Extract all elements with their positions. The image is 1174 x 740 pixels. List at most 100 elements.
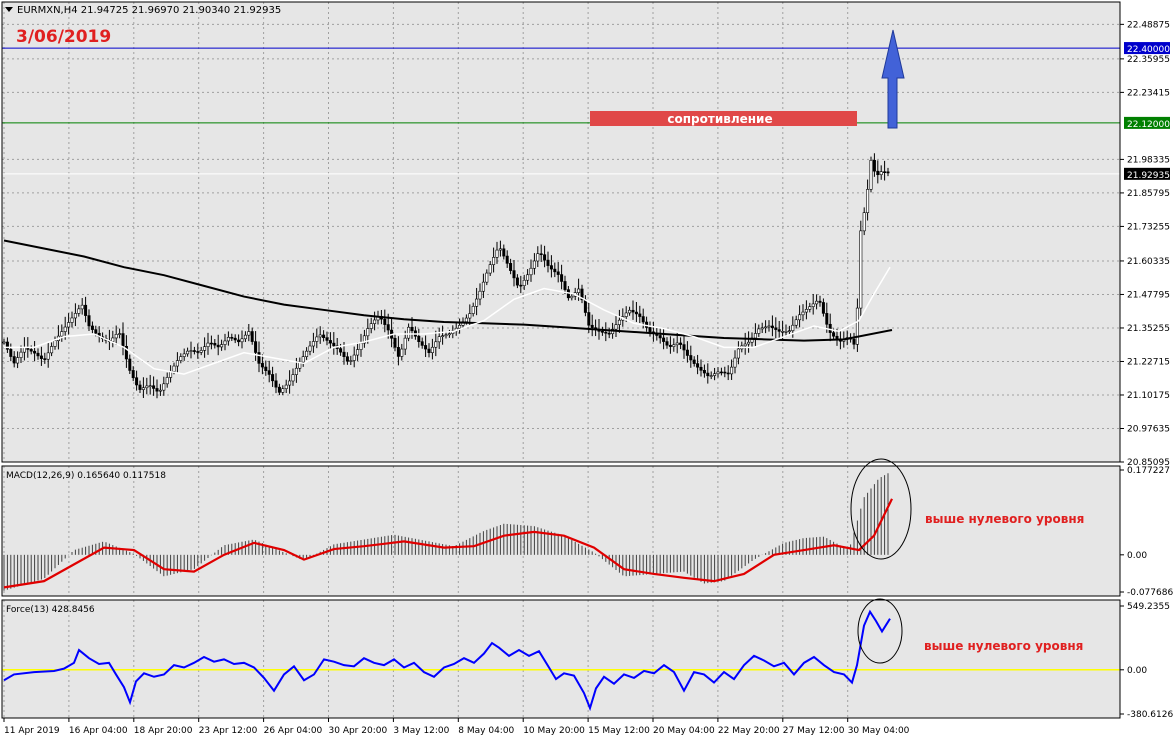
candle-body [764, 326, 768, 329]
candle-body [859, 230, 863, 309]
candle-body [515, 277, 519, 286]
x-tick-label: 30 May 04:00 [848, 726, 910, 736]
candle-body [855, 307, 859, 345]
candle-body [342, 351, 346, 358]
candle-body [267, 370, 271, 375]
candle-body [526, 274, 530, 281]
resistance-label: сопротивление [667, 112, 772, 126]
candle-body [301, 356, 305, 363]
candle-body [33, 350, 37, 354]
candle-body [403, 337, 407, 350]
candle-body [886, 171, 890, 174]
candle-body [883, 171, 887, 173]
candle-body [821, 302, 825, 314]
candle-body [723, 371, 727, 374]
candle-body [791, 324, 795, 331]
candle-body [165, 377, 169, 385]
candle-body [852, 338, 856, 345]
force-title: Force(13) 428.8456 [6, 605, 95, 615]
candle-body [50, 346, 54, 354]
candle-body [658, 335, 662, 339]
date-stamp: 3/06/2019 [16, 27, 111, 47]
y-tick-label: 21.47795 [1127, 290, 1170, 300]
candle-body [189, 350, 193, 352]
candle-body [556, 271, 560, 275]
x-tick-label: 3 May 12:00 [393, 726, 449, 736]
candle-body [468, 313, 472, 319]
candle-body [692, 359, 696, 364]
candle-body [430, 346, 434, 353]
candle-body [434, 341, 438, 348]
x-tick-label: 27 May 12:00 [783, 726, 845, 736]
candle-body [781, 331, 785, 333]
candle-body [475, 298, 479, 307]
level-price-label: 22.40000 [1127, 45, 1170, 55]
candle-body [152, 385, 156, 389]
candle-body [311, 341, 315, 347]
candle-body [832, 332, 836, 337]
candle-body [713, 373, 717, 376]
candle-body [284, 384, 288, 390]
candle-body [254, 341, 258, 353]
candle-body [386, 324, 390, 331]
candle-body [808, 306, 812, 310]
force-pane[interactable] [2, 600, 1120, 718]
candle-body [39, 355, 43, 359]
macd-pane[interactable] [2, 466, 1120, 596]
candle-body [182, 353, 186, 357]
candle-body [624, 312, 628, 317]
candle-body [679, 342, 683, 345]
candle-body [702, 370, 706, 374]
candle-body [288, 380, 292, 386]
candle-body [604, 331, 608, 334]
candle-body [233, 337, 237, 341]
candle-body [155, 388, 159, 392]
candle-body [736, 348, 740, 359]
y-tick-label: 0.177227 [1127, 466, 1170, 476]
candle-body [237, 339, 241, 343]
candle-body [631, 309, 635, 313]
candle-body [876, 170, 880, 176]
y-tick-label: 20.97635 [1127, 424, 1170, 434]
candle-body [794, 319, 798, 326]
candle-body [767, 325, 771, 328]
candle-body [509, 263, 513, 271]
y-tick-label: 22.23415 [1127, 88, 1170, 98]
price-pane[interactable] [2, 2, 1120, 462]
candle-body [77, 308, 81, 314]
candle-body [587, 312, 591, 326]
y-tick-label: 22.35955 [1127, 55, 1170, 65]
candle-body [87, 315, 91, 327]
candle-body [607, 332, 611, 335]
candle-body [706, 372, 710, 377]
y-tick-label: 21.98335 [1127, 155, 1170, 165]
candle-body [804, 309, 808, 313]
candle-body [94, 329, 98, 334]
candle-body [294, 367, 298, 375]
candle-body [696, 363, 700, 368]
candle-body [495, 249, 499, 258]
candle-body [689, 355, 693, 361]
candle-body [577, 288, 581, 293]
candle-body [502, 248, 506, 257]
candle-body [668, 344, 672, 347]
candle-body [172, 365, 176, 372]
candle-body [784, 331, 788, 333]
candle-body [716, 371, 720, 375]
candle-body [798, 314, 802, 321]
x-tick-label: 20 May 04:00 [653, 726, 715, 736]
candle-body [770, 325, 774, 329]
candle-body [141, 387, 145, 390]
level-price-label: 21.92935 [1127, 171, 1170, 181]
candle-body [271, 374, 275, 382]
y-tick-label: 21.10175 [1127, 391, 1170, 401]
candle-body [543, 254, 547, 261]
candle-body [328, 340, 332, 344]
candle-body [339, 348, 343, 353]
y-tick-label: 21.85795 [1127, 189, 1170, 199]
candle-body [400, 348, 404, 357]
candle-body [628, 309, 632, 314]
candle-body [505, 255, 509, 264]
symbol-line: EURMXN,H4 21.94725 21.96970 21.90340 21.… [17, 5, 281, 16]
candle-body [345, 356, 349, 362]
